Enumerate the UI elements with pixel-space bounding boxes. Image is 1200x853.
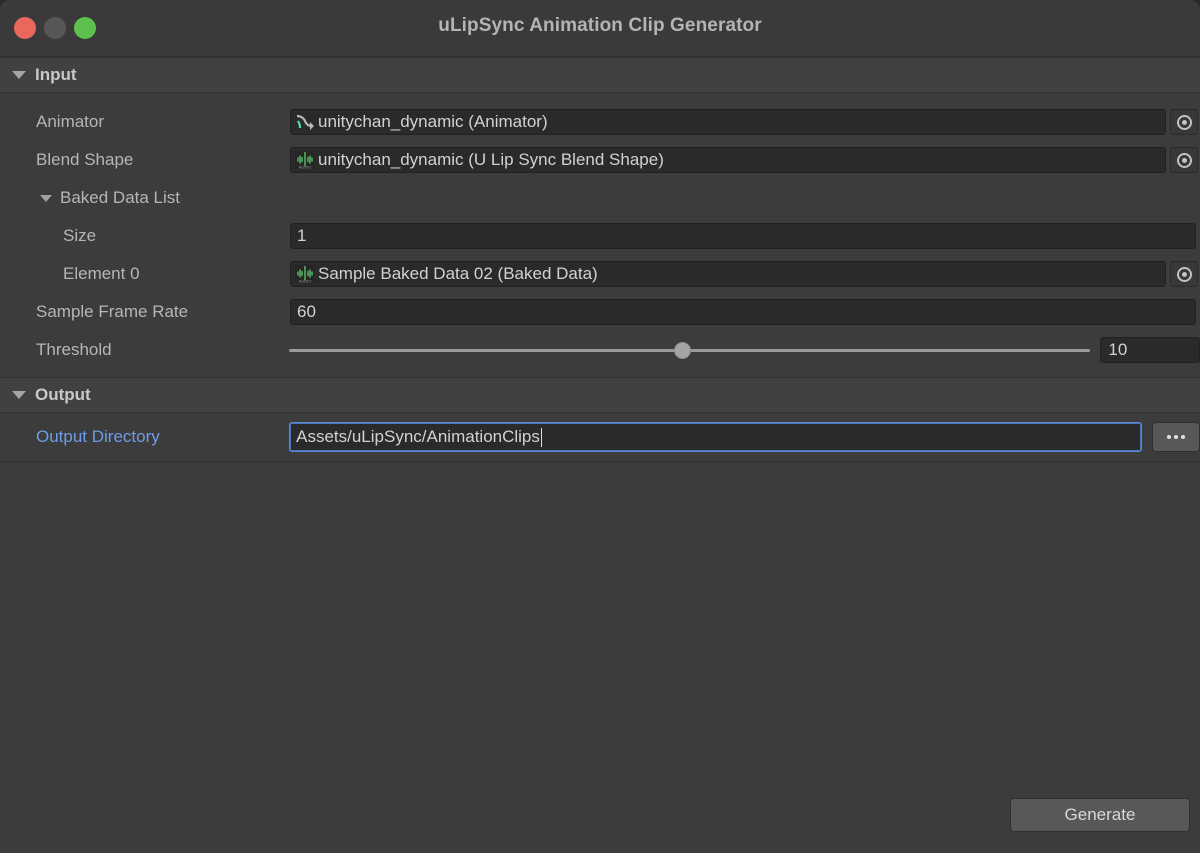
- row-blend-shape: Blend Shape AUDIO unitychan_dynamic (U L…: [0, 141, 1200, 179]
- label-output-directory[interactable]: Output Directory: [0, 427, 289, 447]
- chevron-down-icon: [12, 71, 26, 79]
- value-threshold: 10: [1108, 340, 1128, 359]
- svg-text:AUDIO: AUDIO: [299, 165, 312, 170]
- value-animator: unitychan_dynamic (Animator): [318, 112, 548, 131]
- section-label-output: Output: [35, 385, 91, 404]
- label-sample-frame-rate: Sample Frame Rate: [36, 302, 189, 321]
- ellipsis-icon: [1167, 435, 1172, 439]
- animator-icon: [296, 114, 314, 130]
- row-element-0: Element 0 AUDIO Sample Baked Data 02 (Ba…: [0, 255, 1200, 293]
- window-titlebar: uLipSync Animation Clip Generator: [0, 0, 1200, 57]
- label-blend-shape: Blend Shape: [36, 150, 134, 169]
- script-audio-icon: AUDIO: [295, 265, 315, 284]
- field-animator[interactable]: unitychan_dynamic (Animator): [290, 109, 1166, 135]
- value-output-directory: Assets/uLipSync/AnimationClips: [296, 427, 540, 446]
- threshold-slider[interactable]: [288, 337, 1091, 363]
- generate-button[interactable]: Generate: [1010, 798, 1190, 832]
- field-sample-frame-rate[interactable]: 60: [290, 299, 1196, 325]
- value-size: 1: [297, 226, 307, 245]
- section-label-input: Input: [35, 65, 77, 84]
- ellipsis-icon: [1181, 435, 1186, 439]
- field-element-0[interactable]: AUDIO Sample Baked Data 02 (Baked Data): [290, 261, 1166, 287]
- value-sample-frame-rate: 60: [297, 302, 316, 321]
- text-cursor: [540, 427, 542, 447]
- object-picker-blend-shape[interactable]: [1170, 147, 1198, 173]
- ulipsync-animation-clip-generator-window: uLipSync Animation Clip Generator Input …: [0, 0, 1200, 853]
- row-threshold: Threshold 10: [0, 331, 1200, 369]
- section-header-output[interactable]: Output: [0, 377, 1200, 413]
- ellipsis-icon: [1174, 435, 1179, 439]
- content-divider: [0, 461, 1200, 462]
- field-size[interactable]: 1: [290, 223, 1196, 249]
- row-sample-frame-rate: Sample Frame Rate 60: [0, 293, 1200, 331]
- field-output-directory[interactable]: Assets/uLipSync/AnimationClips: [289, 422, 1143, 452]
- svg-text:AUDIO: AUDIO: [299, 279, 312, 284]
- window-title: uLipSync Animation Clip Generator: [438, 15, 762, 36]
- label-animator: Animator: [36, 112, 105, 131]
- foldout-baked-data-list[interactable]: Baked Data List: [0, 188, 180, 208]
- label-baked-data-list: Baked Data List: [60, 188, 181, 207]
- field-threshold-value[interactable]: 10: [1100, 337, 1200, 363]
- row-size: Size 1: [0, 217, 1200, 255]
- slider-thumb[interactable]: [673, 342, 691, 359]
- object-picker-icon: [1176, 114, 1192, 130]
- object-picker-element-0[interactable]: [1170, 261, 1198, 287]
- value-blend-shape: unitychan_dynamic (U Lip Sync Blend Shap…: [318, 150, 664, 169]
- section-header-input[interactable]: Input: [0, 57, 1200, 93]
- label-element-0: Element 0: [63, 264, 140, 283]
- row-baked-data-list[interactable]: Baked Data List: [0, 179, 1200, 217]
- window-body: Input Animator unitychan_dynamic (Animat…: [0, 57, 1200, 853]
- field-blend-shape[interactable]: AUDIO unitychan_dynamic (U Lip Sync Blen…: [290, 147, 1166, 173]
- value-element-0: Sample Baked Data 02 (Baked Data): [318, 264, 598, 283]
- object-picker-animator[interactable]: [1170, 109, 1198, 135]
- object-picker-icon: [1176, 266, 1192, 282]
- object-picker-icon: [1176, 152, 1192, 168]
- script-audio-icon: AUDIO: [295, 151, 315, 170]
- chevron-down-icon: [12, 391, 26, 399]
- window-footer: Generate: [0, 794, 1200, 853]
- row-animator: Animator unitychan_dynamic (Animator): [0, 103, 1200, 141]
- label-size: Size: [63, 226, 97, 245]
- browse-directory-button[interactable]: [1152, 422, 1200, 452]
- label-threshold: Threshold: [36, 340, 112, 359]
- chevron-down-icon: [40, 194, 52, 202]
- row-output-directory: Output Directory Assets/uLipSync/Animati…: [0, 413, 1200, 461]
